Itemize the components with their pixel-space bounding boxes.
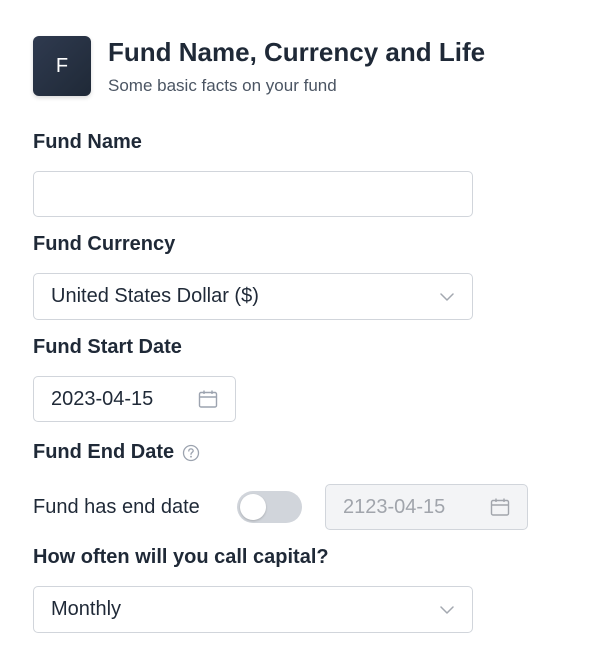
fund-form-page: F Fund Name, Currency and Life Some basi… xyxy=(0,0,600,653)
fund-currency-value: United States Dollar ($) xyxy=(51,285,259,307)
capital-call-value: Monthly xyxy=(51,598,122,620)
header-text: Fund Name, Currency and Life Some basic … xyxy=(108,36,485,96)
fund-end-date-value: 2123-04-15 xyxy=(343,495,446,518)
fund-start-date-label: Fund Start Date xyxy=(33,336,182,359)
fund-start-date-picker[interactable]: 2023-04-15 xyxy=(33,376,236,422)
chevron-down-icon xyxy=(440,290,454,304)
question-circle-icon[interactable] xyxy=(182,444,200,462)
fund-end-date-picker: 2123-04-15 xyxy=(325,484,528,530)
capital-call-select[interactable]: Monthly xyxy=(33,586,473,633)
end-date-toggle-label: Fund has end date xyxy=(33,495,200,518)
end-date-toggle[interactable] xyxy=(237,491,302,523)
fund-currency-select[interactable]: United States Dollar ($) xyxy=(33,273,473,320)
fund-start-date-label-text: Fund Start Date xyxy=(33,336,182,358)
fund-name-label-text: Fund Name xyxy=(33,131,142,153)
fund-start-date-value: 2023-04-15 xyxy=(51,387,154,410)
section-header: F Fund Name, Currency and Life Some basi… xyxy=(33,36,485,96)
section-subtitle: Some basic facts on your fund xyxy=(108,76,337,95)
capital-call-label: How often will you call capital? xyxy=(33,546,329,569)
end-date-toggle-row: Fund has end date xyxy=(33,484,302,530)
fund-currency-label-text: Fund Currency xyxy=(33,233,176,255)
fund-end-date-label-text: Fund End Date xyxy=(33,441,175,463)
capital-call-label-text: How often will you call capital? xyxy=(33,546,329,568)
fund-avatar: F xyxy=(33,36,91,96)
calendar-icon[interactable] xyxy=(197,388,219,410)
fund-end-date-label: Fund End Date xyxy=(33,441,200,464)
toggle-knob xyxy=(240,494,266,520)
chevron-down-icon xyxy=(440,603,454,617)
fund-name-input[interactable] xyxy=(33,171,473,217)
fund-name-label: Fund Name xyxy=(33,131,142,154)
section-title: Fund Name, Currency and Life xyxy=(108,37,486,67)
fund-currency-label: Fund Currency xyxy=(33,233,175,256)
calendar-icon xyxy=(489,496,511,518)
